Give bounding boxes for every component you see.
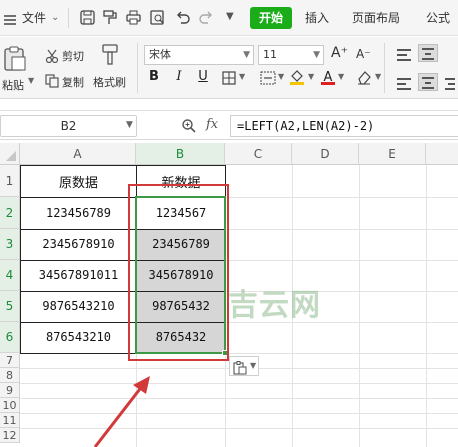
red-arrow-annotation xyxy=(93,376,150,447)
watermark: 吉云网 xyxy=(228,288,321,323)
